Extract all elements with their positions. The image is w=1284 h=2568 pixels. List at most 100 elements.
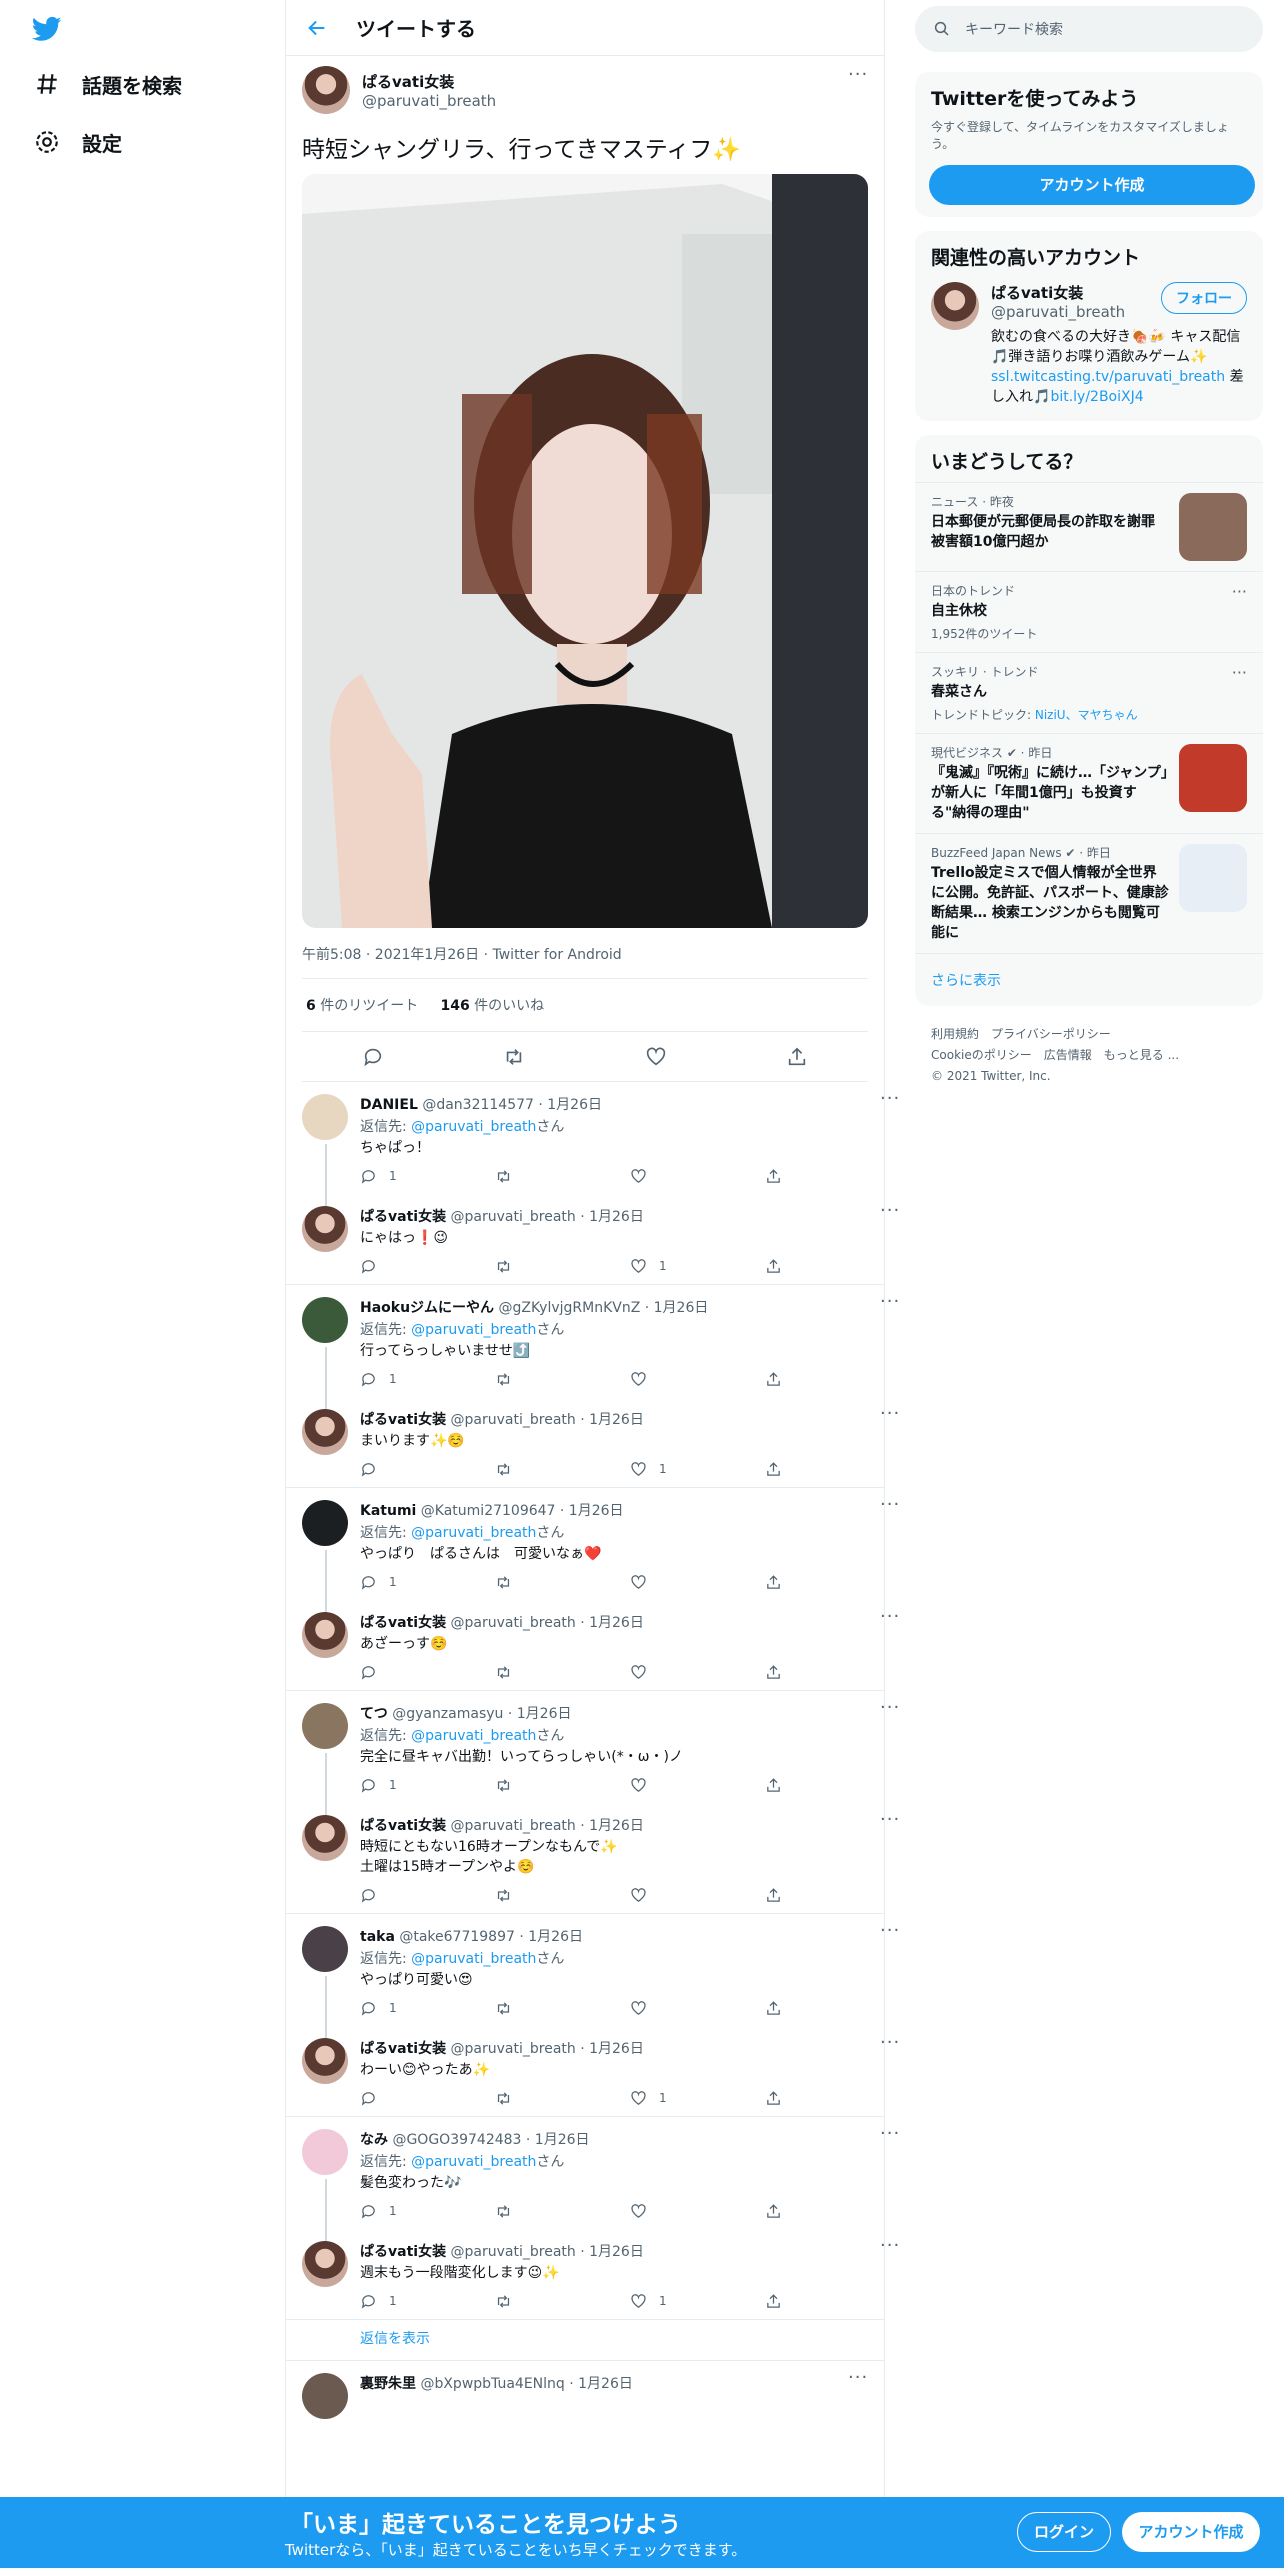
reply-author-name[interactable]: ぱるvati女装 xyxy=(360,1209,446,1225)
retweet-button[interactable] xyxy=(495,1371,630,1388)
footer-link[interactable]: 広告情報 xyxy=(1044,1048,1092,1062)
reply-author-name[interactable]: なみ xyxy=(360,2132,388,2148)
reply-to-mention[interactable]: @paruvati_breath xyxy=(411,1322,536,1338)
avatar[interactable] xyxy=(302,1409,348,1455)
retweet-button[interactable] xyxy=(495,1574,630,1591)
like-button[interactable] xyxy=(630,1168,765,1185)
reply-author-name[interactable]: DANIEL xyxy=(360,1097,418,1113)
reply-tweet[interactable]: ぱるvati女装 @paruvati_breath · 1月26日 ··· まい… xyxy=(286,1397,899,1488)
reply-button[interactable]: 1 xyxy=(360,2293,495,2310)
reply-author-handle[interactable]: @dan32114577 · 1月26日 xyxy=(422,1097,602,1113)
reply-to-mention[interactable]: @paruvati_breath xyxy=(411,1119,536,1135)
reply-author-name[interactable]: ぱるvati女装 xyxy=(360,1412,446,1428)
reply-author-handle[interactable]: @paruvati_breath · 1月26日 xyxy=(451,2244,644,2260)
more-options-icon[interactable]: ··· xyxy=(880,1090,900,1114)
avatar[interactable] xyxy=(302,2241,348,2287)
share-button[interactable] xyxy=(765,1258,900,1275)
trend-item[interactable]: BuzzFeed Japan News ✔ · 昨日 Trello設定ミスで個人… xyxy=(915,833,1263,953)
like-button[interactable] xyxy=(630,2000,765,2017)
reply-tweet[interactable]: Haokuジムにーやん @gZKylvjgRMnKVnZ · 1月26日 ···… xyxy=(286,1285,899,1409)
reply-author-handle[interactable]: @paruvati_breath · 1月26日 xyxy=(451,1209,644,1225)
retweet-button[interactable] xyxy=(495,2090,630,2107)
more-options-icon[interactable]: ··· xyxy=(880,1293,900,1317)
search-box[interactable]: キーワード検索 xyxy=(915,6,1263,52)
reply-tweet[interactable]: ぱるvati女装 @paruvati_breath · 1月26日 ··· あざ… xyxy=(286,1600,899,1691)
reply-tweet[interactable]: なみ @GOGO39742483 · 1月26日 ··· 返信先: @paruv… xyxy=(286,2117,899,2241)
reply-button[interactable]: 1 xyxy=(360,1168,495,1185)
create-account-button[interactable]: アカウント作成 xyxy=(929,165,1255,205)
like-count[interactable]: 146 件のいいね xyxy=(440,998,544,1014)
avatar[interactable] xyxy=(302,1612,348,1658)
like-button[interactable]: 1 xyxy=(630,2090,765,2107)
login-button[interactable]: ログイン xyxy=(1017,2512,1111,2552)
reply-tweet[interactable]: taka @take67719897 · 1月26日 ··· 返信先: @par… xyxy=(286,1914,899,2038)
avatar[interactable] xyxy=(302,2129,348,2175)
avatar[interactable] xyxy=(302,1206,348,1252)
more-options-icon[interactable]: ··· xyxy=(880,2237,900,2261)
reply-tweet[interactable]: ぱるvati女装 @paruvati_breath · 1月26日 ··· わー… xyxy=(286,2026,899,2117)
reply-button[interactable]: 1 xyxy=(360,1371,495,1388)
bio-link[interactable]: ssl.twitcasting.tv/paruvati_breath xyxy=(991,369,1225,385)
reply-button[interactable]: 1 xyxy=(360,1574,495,1591)
retweet-button[interactable] xyxy=(495,2293,630,2310)
reply-author-handle[interactable]: @GOGO39742483 · 1月26日 xyxy=(392,2132,589,2148)
retweet-button[interactable] xyxy=(495,2203,630,2220)
trend-topic-links[interactable]: NiziU、マヤちゃん xyxy=(1035,708,1138,722)
share-button[interactable] xyxy=(765,1777,900,1794)
more-options-icon[interactable]: ··· xyxy=(880,2034,900,2058)
share-button[interactable] xyxy=(765,1664,900,1681)
back-arrow-icon[interactable] xyxy=(306,17,328,39)
reply-to-mention[interactable]: @paruvati_breath xyxy=(411,1951,536,1967)
more-options-icon[interactable]: ··· xyxy=(880,1496,900,1520)
more-options-icon[interactable]: ··· xyxy=(880,1811,900,1835)
reply-tweet[interactable]: ぱるvati女装 @paruvati_breath · 1月26日 ··· にゃ… xyxy=(286,1194,899,1285)
reply-icon[interactable] xyxy=(362,1046,384,1068)
reply-button[interactable] xyxy=(360,2090,495,2107)
share-button[interactable] xyxy=(765,1168,900,1185)
more-options-icon[interactable]: ··· xyxy=(1232,663,1247,682)
reply-author-handle[interactable]: @paruvati_breath · 1月26日 xyxy=(451,1818,644,1834)
reply-author-name[interactable]: 裏野朱里 xyxy=(360,2376,416,2392)
reply-tweet[interactable]: DANIEL @dan32114577 · 1月26日 ··· 返信先: @pa… xyxy=(286,1082,899,1206)
more-options-icon[interactable]: ··· xyxy=(880,1699,900,1723)
like-button[interactable]: 1 xyxy=(630,2293,765,2310)
retweet-button[interactable] xyxy=(495,1777,630,1794)
reply-button[interactable]: 1 xyxy=(360,1777,495,1794)
reply-button[interactable] xyxy=(360,1887,495,1904)
more-options-icon[interactable]: ··· xyxy=(880,1608,900,1632)
share-button[interactable] xyxy=(765,1371,900,1388)
reply-tweet[interactable]: Katumi @Katumi27109647 · 1月26日 ··· 返信先: … xyxy=(286,1488,899,1612)
reply-author-name[interactable]: Haokuジムにーやん xyxy=(360,1300,494,1316)
signup-button[interactable]: アカウント作成 xyxy=(1122,2512,1260,2552)
more-options-icon[interactable]: ··· xyxy=(880,1202,900,1226)
retweet-button[interactable] xyxy=(495,2000,630,2017)
share-button[interactable] xyxy=(765,1461,900,1478)
reply-to-mention[interactable]: @paruvati_breath xyxy=(411,2154,536,2170)
retweet-button[interactable] xyxy=(495,1461,630,1478)
reply-tweet[interactable]: 裏野朱里 @bXpwpbTua4ENlnq · 1月26日 ··· xyxy=(286,2361,884,2419)
reply-author-handle[interactable]: @Katumi27109647 · 1月26日 xyxy=(421,1503,624,1519)
footer-link[interactable]: 利用規約 xyxy=(931,1027,979,1041)
avatar[interactable] xyxy=(302,2038,348,2084)
reply-author-handle[interactable]: @take67719897 · 1月26日 xyxy=(399,1929,583,1945)
retweet-icon[interactable] xyxy=(503,1046,525,1068)
like-button[interactable] xyxy=(630,1664,765,1681)
reply-author-handle[interactable]: @gZKylvjgRMnKVnZ · 1月26日 xyxy=(499,1300,709,1316)
share-button[interactable] xyxy=(765,2090,900,2107)
reply-button[interactable] xyxy=(360,1461,495,1478)
reply-tweet[interactable]: てつ @gyanzamasyu · 1月26日 ··· 返信先: @paruva… xyxy=(286,1691,899,1815)
author-name[interactable]: ぱるvati女装 xyxy=(362,71,496,92)
reply-author-name[interactable]: ぱるvati女装 xyxy=(360,1615,446,1631)
reply-button[interactable]: 1 xyxy=(360,2000,495,2017)
like-button[interactable] xyxy=(630,1777,765,1794)
like-icon[interactable] xyxy=(645,1046,667,1068)
more-options-icon[interactable]: ··· xyxy=(880,1405,900,1429)
reply-author-handle[interactable]: @bXpwpbTua4ENlnq · 1月26日 xyxy=(420,2376,632,2392)
avatar[interactable] xyxy=(302,1500,348,1546)
footer-link[interactable]: もっと見る ... xyxy=(1104,1048,1179,1062)
avatar[interactable] xyxy=(302,1297,348,1343)
nav-settings[interactable]: 設定 xyxy=(34,122,122,162)
reply-button[interactable] xyxy=(360,1664,495,1681)
avatar[interactable] xyxy=(302,1926,348,1972)
trend-item[interactable]: 現代ビジネス ✔ · 昨日 『鬼滅』『呪術』に続け…「ジャンプ」が新人に「年間1… xyxy=(915,733,1263,833)
